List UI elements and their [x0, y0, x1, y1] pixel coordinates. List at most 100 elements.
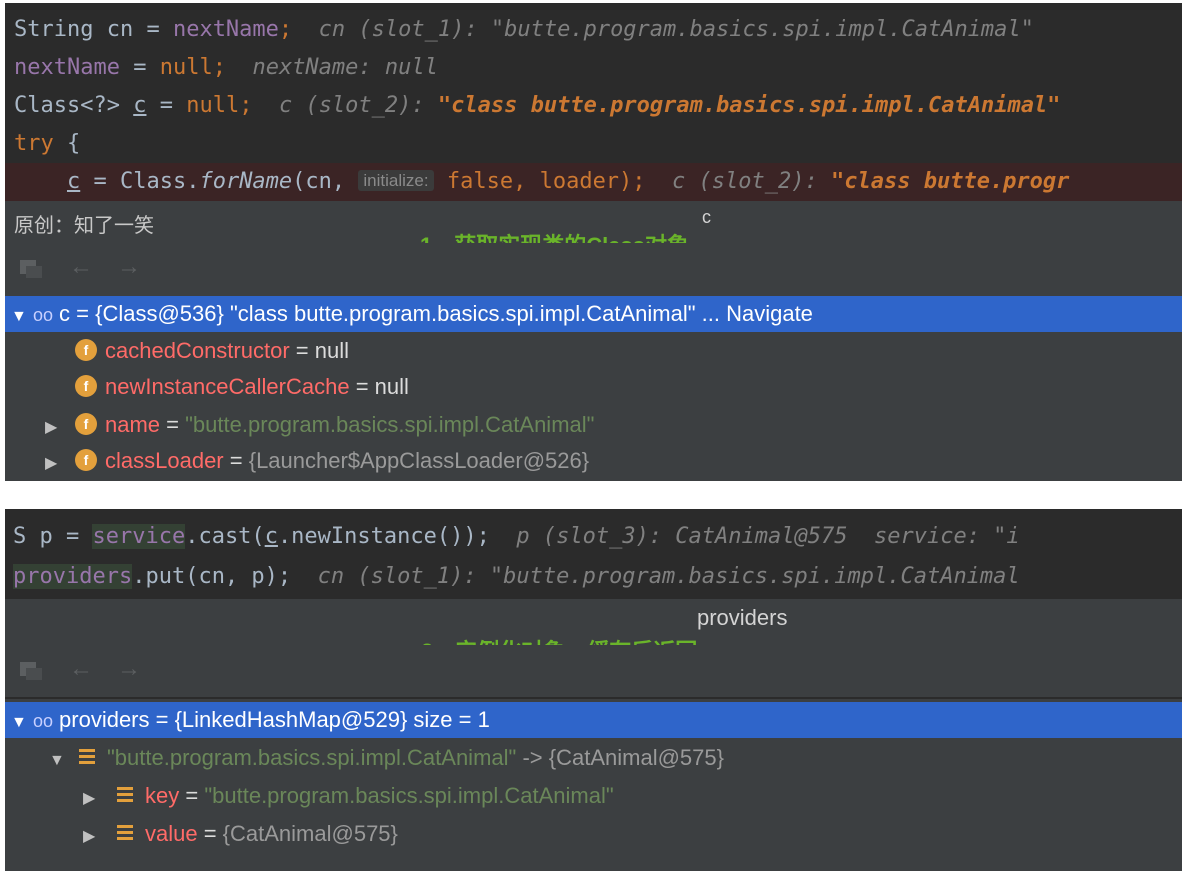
tree-row-field[interactable]: f newInstanceCallerCache = null: [5, 369, 1182, 405]
variables-tree-2: ▼ oo providers = {LinkedHashMap@529} size …: [5, 699, 1182, 871]
code-keyword: null: [159, 55, 213, 80]
code-variable: providers: [13, 564, 133, 589]
code-text: String cn =: [14, 17, 173, 42]
tree-row-field[interactable]: ▶ key = "butte.program.basics.spi.impl.Ca…: [5, 778, 1182, 814]
variables-tree-1: ▼ oo c = {Class@536} "class butte.program.…: [5, 295, 1182, 481]
back-arrow-icon[interactable]: ←: [69, 655, 93, 683]
code-variable: nextName: [14, 55, 120, 80]
map-entry-icon: [117, 787, 133, 804]
inline-debug-value: cn (slot_1): "butte.program.basics.spi.i…: [318, 17, 1034, 42]
code-line-current[interactable]: c = Class.forName(cn, initialize: false,…: [5, 163, 1182, 201]
inline-debug-value: c (slot_2):: [672, 169, 831, 194]
code-variable: c: [133, 93, 147, 118]
tree-row-field[interactable]: ▶ value = {CatAnimal@575}: [5, 816, 1182, 852]
code-text: =: [119, 55, 160, 80]
code-variable: nextName: [172, 17, 279, 42]
debugger-panel-2: S p = service.cast(c.newInstance()); p (…: [5, 509, 1182, 871]
field-icon: f: [75, 375, 97, 398]
forward-arrow-icon[interactable]: →: [117, 655, 141, 683]
code-text: .cast(: [185, 524, 265, 549]
field-value: {Launcher$AppClassLoader@526}: [248, 448, 590, 473]
code-line[interactable]: String cn = nextName; cn (slot_1): "butt…: [5, 11, 1182, 49]
code-line[interactable]: Class<?> c = null; c (slot_2): "class bu…: [5, 87, 1182, 125]
field-name: classLoader: [105, 448, 224, 473]
debugger-toolbar: ← →: [5, 645, 1182, 697]
expression-label: c: [702, 207, 711, 227]
tree-row-text: providers = {LinkedHashMap@529} size = 1: [59, 707, 490, 732]
expand-toggle-icon[interactable]: ▼: [11, 705, 33, 741]
code-keyword: try: [14, 131, 54, 156]
map-entry-icon: [117, 825, 133, 842]
code-text: = Class.: [80, 169, 200, 194]
inline-debug-value: nextName: null: [252, 55, 438, 80]
code-keyword: false: [446, 169, 514, 194]
code-text: =: [146, 93, 187, 118]
code-line[interactable]: providers.put(cn, p); cn (slot_1): "butt…: [5, 558, 1182, 596]
tree-row-field[interactable]: ▶ f name = "butte.program.basics.spi.impl.…: [5, 407, 1182, 443]
field-value: null: [374, 374, 409, 399]
field-value: "butte.program.basics.spi.impl.CatAnimal…: [185, 412, 595, 437]
equals-sign: =: [179, 783, 205, 808]
code-text: ;: [239, 93, 253, 118]
tree-row-field[interactable]: ▶ f classLoader = {Launcher$AppClassLoader…: [5, 443, 1182, 479]
equals-sign: =: [349, 374, 375, 399]
field-name: cachedConstructor: [105, 338, 290, 363]
field-icon: f: [75, 339, 97, 362]
tree-row-providers[interactable]: ▼ oo providers = {LinkedHashMap@529} size …: [5, 702, 1182, 738]
watch-icon: oo: [33, 711, 54, 731]
frames-icon[interactable]: [19, 659, 43, 681]
frames-icon[interactable]: [19, 257, 43, 279]
map-entry-icon: [79, 749, 95, 766]
equals-sign: =: [160, 412, 186, 437]
code-keyword: null: [186, 93, 240, 118]
code-text: S p =: [13, 524, 93, 549]
inline-debug-string: "class butte.progr: [831, 169, 1070, 194]
entry-key: "butte.program.basics.spi.impl.CatAnimal…: [107, 745, 517, 770]
tree-row-entry[interactable]: ▼ "butte.program.basics.spi.impl.CatAnima…: [5, 740, 1182, 776]
expand-toggle-icon[interactable]: ▶: [83, 819, 117, 855]
tree-row-c[interactable]: ▼ oo c = {Class@536} "class butte.program.…: [5, 296, 1182, 332]
watermark-caption: 原创：知了一笑: [14, 215, 154, 237]
code-text: .newInstance());: [277, 524, 490, 549]
code-variable: c: [66, 169, 81, 194]
debugger-toolbar: ← →: [5, 243, 1182, 295]
back-arrow-icon[interactable]: ←: [69, 253, 93, 281]
code-line[interactable]: nextName = null; nextName: null: [5, 49, 1182, 87]
inline-debug-value: c (slot_2):: [278, 93, 438, 118]
code-text: (cn,: [292, 169, 359, 194]
field-value: {CatAnimal@575}: [222, 821, 398, 846]
field-name: value: [145, 821, 198, 846]
code-variable: c: [264, 524, 278, 549]
expand-toggle-icon[interactable]: ▶: [45, 410, 75, 446]
expand-toggle-icon[interactable]: ▶: [83, 781, 117, 817]
expression-label: providers: [697, 605, 788, 630]
code-method: forName: [199, 169, 293, 194]
code-text: , loader);: [513, 169, 646, 194]
expand-toggle-icon[interactable]: ▶: [45, 446, 75, 481]
field-name: name: [105, 412, 161, 437]
forward-arrow-icon[interactable]: →: [117, 253, 141, 281]
field-icon: f: [75, 413, 97, 436]
tree-row-text: c = {Class@536} "class butte.program.bas…: [59, 301, 813, 326]
code-text: {: [53, 131, 81, 156]
code-text: ;: [212, 55, 226, 80]
expand-toggle-icon[interactable]: ▼: [49, 743, 79, 779]
code-line[interactable]: S p = service.cast(c.newInstance()); p (…: [5, 518, 1182, 556]
field-icon: f: [75, 449, 97, 472]
code-variable: service: [92, 524, 186, 549]
code-text: .put(cn, p);: [132, 564, 292, 589]
tree-row-field[interactable]: f cachedConstructor = null: [5, 333, 1182, 369]
entry-arrow: ->: [516, 745, 549, 770]
code-text: ;: [278, 17, 293, 42]
field-value: null: [314, 338, 349, 363]
equals-sign: =: [289, 338, 315, 363]
debugger-panel-1: String cn = nextName; cn (slot_1): "butt…: [5, 3, 1182, 481]
field-name: key: [145, 783, 180, 808]
inline-debug-value: p (slot_3): CatAnimal@575 service: "i: [516, 524, 1020, 549]
field-name: newInstanceCallerCache: [105, 374, 350, 399]
parameter-hint: initialize:: [358, 170, 434, 191]
expand-toggle-icon[interactable]: ▼: [11, 299, 33, 335]
code-line[interactable]: try {: [5, 125, 1182, 163]
equals-sign: =: [197, 821, 223, 846]
equals-sign: =: [223, 448, 249, 473]
